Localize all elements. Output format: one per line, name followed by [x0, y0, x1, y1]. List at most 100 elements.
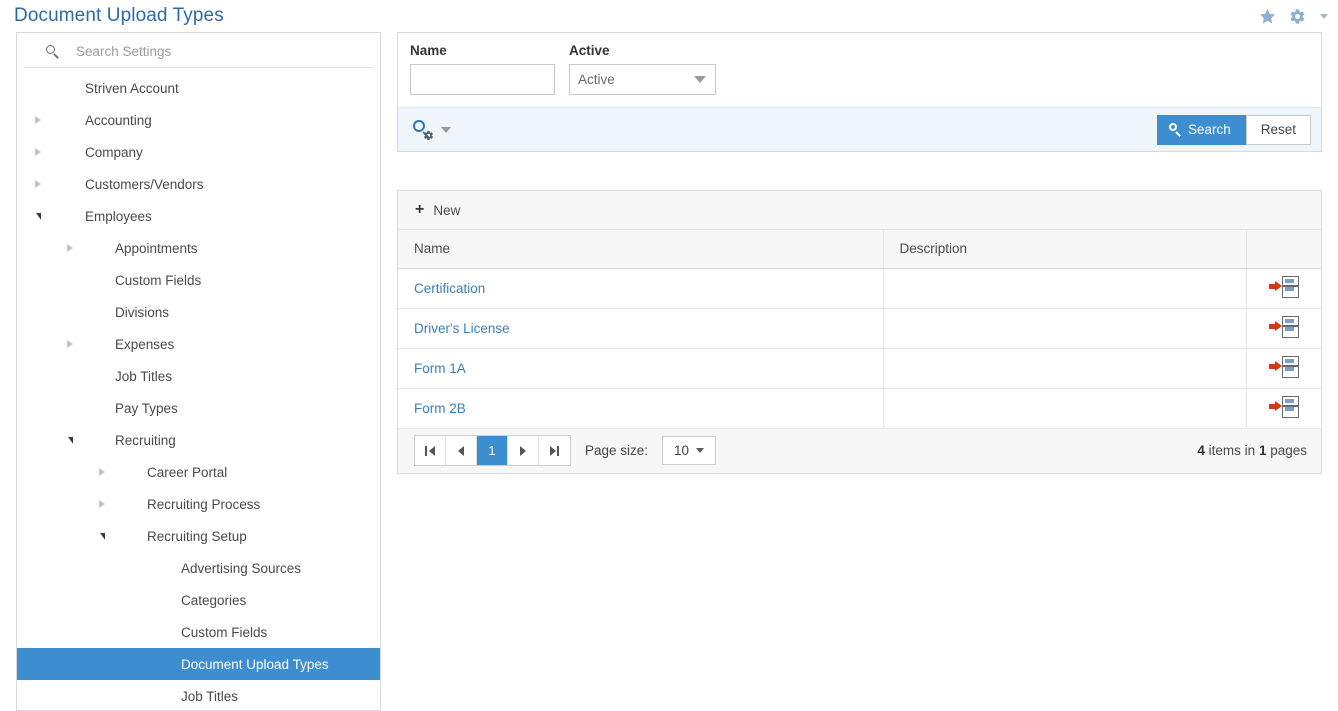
active-label: Active: [569, 43, 610, 58]
new-button-label: New: [433, 202, 461, 218]
cell-name: Form 2B: [398, 388, 884, 429]
name-input[interactable]: [410, 64, 555, 95]
last-page-icon: [549, 445, 556, 456]
sidebar-item-appointments[interactable]: Appointments: [17, 232, 380, 264]
column-header-name[interactable]: Name: [398, 230, 884, 269]
sidebar-item-label: Recruiting Process: [147, 496, 261, 512]
tree-collapsed-icon[interactable]: [63, 241, 77, 255]
chevron-down-icon[interactable]: [1320, 13, 1328, 19]
table-row: Form 1A: [398, 348, 1321, 389]
chevron-down-icon: [696, 448, 705, 453]
document-upload-types-table: Name Description Certification Driver's L…: [398, 230, 1321, 429]
sidebar-item-job-titles[interactable]: Job Titles: [17, 360, 380, 392]
page-size-label: Page size:: [585, 443, 649, 458]
sidebar-item-expenses[interactable]: Expenses: [17, 328, 380, 360]
tree-collapsed-icon[interactable]: [31, 113, 45, 127]
tree-collapsed-icon[interactable]: [95, 465, 109, 479]
search-settings-button[interactable]: [412, 119, 451, 141]
cell-description: [883, 308, 1247, 349]
cell-description: [883, 268, 1247, 309]
page-1-button[interactable]: 1: [477, 436, 508, 465]
gear-icon[interactable]: [1289, 8, 1306, 25]
row-name-link[interactable]: Driver's License: [414, 321, 510, 336]
tree-collapsed-icon[interactable]: [63, 337, 77, 351]
cell-name: Form 1A: [398, 348, 884, 389]
sidebar-item-divisions[interactable]: Divisions: [17, 296, 380, 328]
sidebar-item-label: Company: [85, 144, 143, 160]
previous-page-icon: [458, 445, 464, 456]
search-button-label: Search: [1187, 122, 1231, 137]
first-page-button[interactable]: [415, 436, 446, 465]
content-area: Name Active Active Search Reset + New Na…: [381, 32, 1338, 711]
sidebar-item-recruiting-process[interactable]: Recruiting Process: [17, 488, 380, 520]
insert-row-icon[interactable]: [1268, 395, 1299, 418]
plus-icon: +: [415, 201, 425, 218]
sidebar-item-accounting[interactable]: Accounting: [17, 104, 380, 136]
main-layout: Striven Account Accounting Company Customer…: [0, 32, 1338, 711]
star-icon[interactable]: [1258, 7, 1277, 26]
page-title: Document Upload Types: [14, 5, 224, 26]
sidebar-item-label: Customers/Vendors: [85, 176, 204, 192]
sidebar-item-recruiting-setup[interactable]: Recruiting Setup: [17, 520, 380, 552]
sidebar-item-company[interactable]: Company: [17, 136, 380, 168]
sidebar-item-custom-fields[interactable]: Custom Fields: [17, 264, 380, 296]
active-select[interactable]: Active: [569, 64, 716, 95]
name-field-group: Name: [410, 43, 555, 95]
sidebar-item-recruiting[interactable]: Recruiting: [17, 424, 380, 456]
pager-summary: 4 items in 1 pages: [1197, 443, 1307, 458]
tree-expanded-icon[interactable]: [95, 529, 109, 543]
last-page-button[interactable]: [539, 436, 570, 465]
next-page-icon: [520, 445, 526, 456]
next-page-button[interactable]: [508, 436, 539, 465]
sidebar-item-label: Job Titles: [115, 368, 173, 384]
cell-actions: [1246, 348, 1321, 389]
sidebar-search-row[interactable]: [24, 36, 373, 68]
sidebar-item-job-titles[interactable]: Job Titles: [17, 680, 380, 710]
chevron-down-icon[interactable]: [441, 126, 451, 133]
page-size-select[interactable]: 10: [662, 436, 717, 465]
reset-button[interactable]: Reset: [1245, 114, 1311, 145]
row-name-link[interactable]: Certification: [414, 281, 485, 296]
sidebar-item-label: Employees: [85, 208, 152, 224]
row-name-link[interactable]: Form 2B: [414, 401, 466, 416]
search-icon: [1168, 123, 1182, 137]
tree-expanded-icon[interactable]: [63, 433, 77, 447]
sidebar-item-custom-fields[interactable]: Custom Fields: [17, 616, 380, 648]
pager-controls: 1 Page size: 10: [414, 435, 717, 466]
search-button[interactable]: Search: [1156, 114, 1246, 145]
sidebar-item-employees[interactable]: Employees: [17, 200, 380, 232]
tree-expanded-icon[interactable]: [31, 209, 45, 223]
new-button[interactable]: + New: [415, 202, 460, 218]
filter-footer: Search Reset: [398, 107, 1321, 151]
tree-collapsed-icon[interactable]: [95, 497, 109, 511]
sidebar-item-label: Expenses: [115, 336, 175, 352]
header-actions: [1258, 0, 1328, 32]
sidebar-item-label: Career Portal: [147, 464, 228, 480]
sidebar-item-career-portal[interactable]: Career Portal: [17, 456, 380, 488]
tree-collapsed-icon[interactable]: [31, 145, 45, 159]
row-name-link[interactable]: Form 1A: [414, 361, 466, 376]
search-settings-icon: [412, 119, 434, 141]
insert-row-icon[interactable]: [1268, 315, 1299, 338]
previous-page-button[interactable]: [446, 436, 477, 465]
sidebar-item-categories[interactable]: Categories: [17, 584, 380, 616]
sidebar-item-label: Categories: [181, 592, 247, 608]
sidebar-item-customers-vendors[interactable]: Customers/Vendors: [17, 168, 380, 200]
sidebar-item-label: Recruiting Setup: [147, 528, 247, 544]
insert-row-icon[interactable]: [1268, 355, 1299, 378]
sidebar-item-advertising-sources[interactable]: Advertising Sources: [17, 552, 380, 584]
column-header-description[interactable]: Description: [883, 230, 1247, 269]
active-select-value: Active: [578, 72, 615, 87]
filter-fields: Name Active Active: [398, 33, 1321, 107]
insert-row-icon[interactable]: [1268, 275, 1299, 298]
search-input[interactable]: [60, 43, 373, 60]
sidebar-item-striven-account[interactable]: Striven Account: [17, 72, 380, 104]
sidebar-item-label: Advertising Sources: [181, 560, 302, 576]
tree-collapsed-icon[interactable]: [31, 177, 45, 191]
sidebar-item-pay-types[interactable]: Pay Types: [17, 392, 380, 424]
sidebar-item-document-upload-types[interactable]: Document Upload Types: [17, 648, 380, 680]
